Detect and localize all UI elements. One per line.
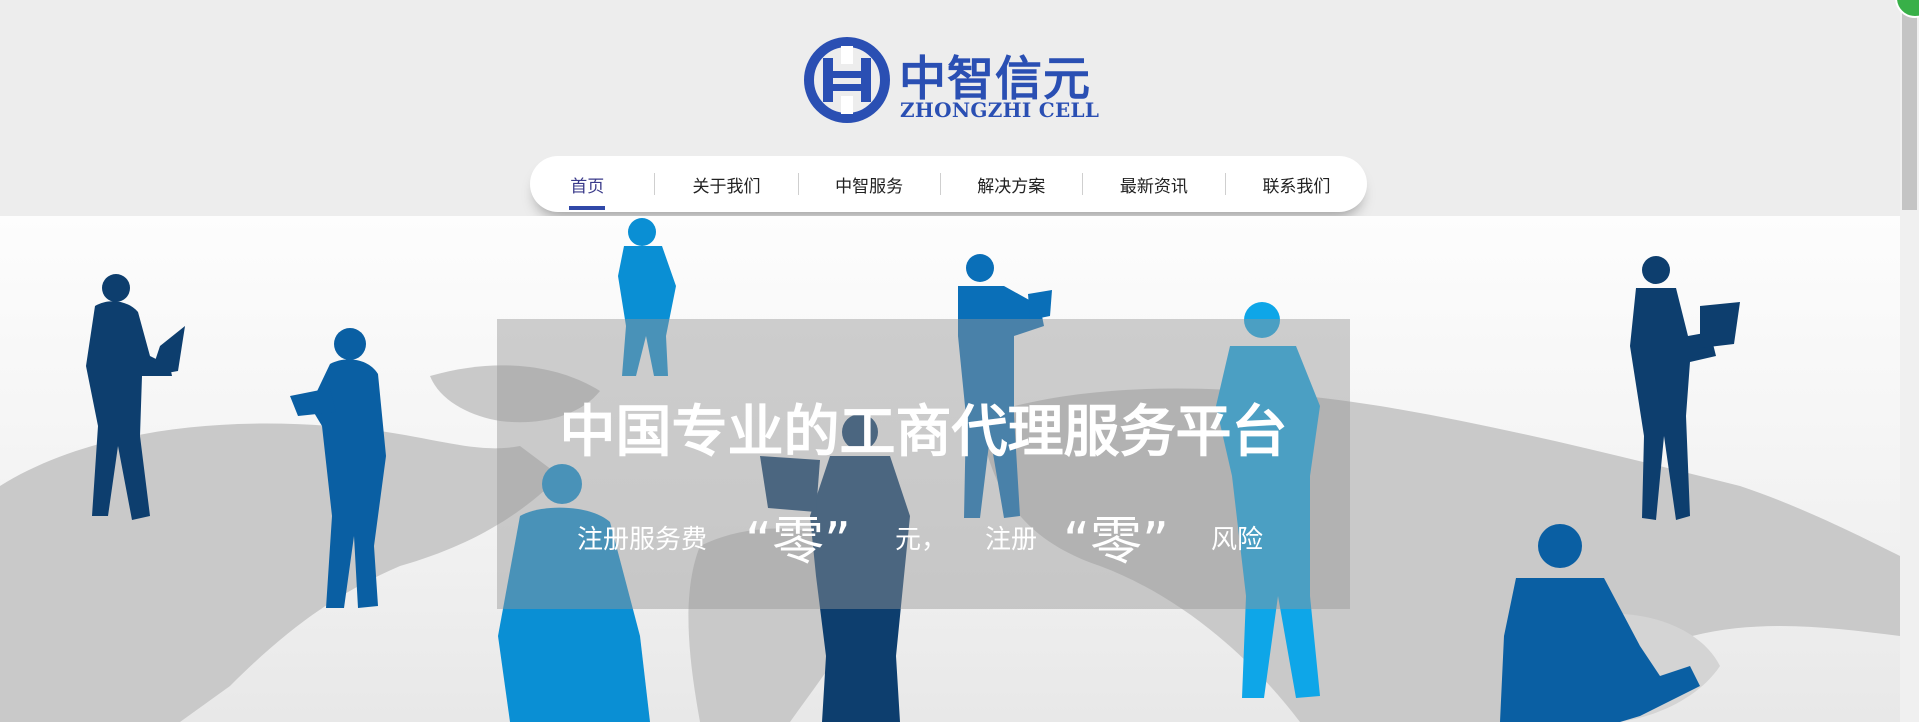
nav-item-services[interactable]: 中智服务	[799, 156, 940, 212]
nav-item-news[interactable]: 最新资讯	[1083, 156, 1225, 212]
hero-subtitle-part1: 注册服务费	[577, 525, 708, 555]
hero-subtitle-part2: 元，	[895, 525, 948, 555]
hero-subtitle-quote2: “零”	[1063, 512, 1169, 572]
brand-name-en: ZHONGZHI CELL	[900, 98, 1100, 122]
nav-item-contact[interactable]: 联系我们	[1226, 156, 1367, 212]
main-nav: 首页 关于我们 中智服务 解决方案 最新资讯 联系我们	[530, 156, 1367, 212]
hero-subtitle-part3: 注册	[985, 525, 1038, 555]
nav-item-solutions[interactable]: 解决方案	[941, 156, 1082, 212]
brand-logo[interactable]: 中智信元 ZHONGZHI CELL	[803, 36, 1103, 126]
site-header: 中智信元 ZHONGZHI CELL 首页 关于我们 中智服务 解决方案 最新资…	[0, 0, 1900, 216]
hero-title: 中国专业的工商代理服务平台	[559, 400, 1288, 465]
logo-mark-icon	[804, 37, 890, 123]
hero-overlay: 中国专业的工商代理服务平台 注册服务费 “零” 元， 注册 “零” 风险	[497, 319, 1350, 609]
nav-item-home[interactable]: 首页	[550, 156, 624, 212]
hero-banner[interactable]: 中国专业的工商代理服务平台 注册服务费 “零” 元， 注册 “零” 风险	[0, 216, 1900, 722]
hero-subtitle-part4: 风险	[1211, 525, 1264, 555]
hero-subtitle: 注册服务费 “零” 元， 注册 “零” 风险	[497, 489, 1350, 572]
page-scrollbar[interactable]	[1900, 0, 1919, 722]
nav-item-about[interactable]: 关于我们	[655, 156, 797, 212]
scrollbar-thumb[interactable]	[1902, 0, 1917, 210]
hero-subtitle-quote1: “零”	[745, 512, 851, 572]
